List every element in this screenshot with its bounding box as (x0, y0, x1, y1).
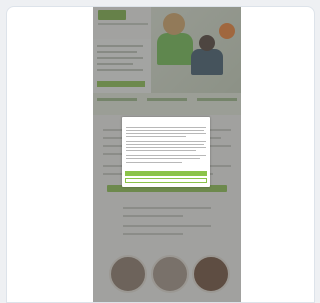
dialog-text-line (126, 155, 206, 156)
accept-button[interactable] (125, 171, 207, 176)
settings-button[interactable] (125, 178, 207, 183)
dialog-text-line (126, 127, 206, 128)
dialog-text-line (126, 130, 204, 131)
dialog-text-line (126, 133, 206, 134)
dialog-text-line (126, 136, 186, 137)
dialog-text-line (126, 141, 206, 142)
dialog-text-line (126, 150, 196, 151)
dialog-text-line (126, 162, 182, 163)
dialog-text-line (126, 144, 204, 145)
cookie-consent-dialog (122, 117, 210, 187)
dialog-text-line (126, 147, 206, 148)
dialog-text-line (126, 158, 200, 159)
